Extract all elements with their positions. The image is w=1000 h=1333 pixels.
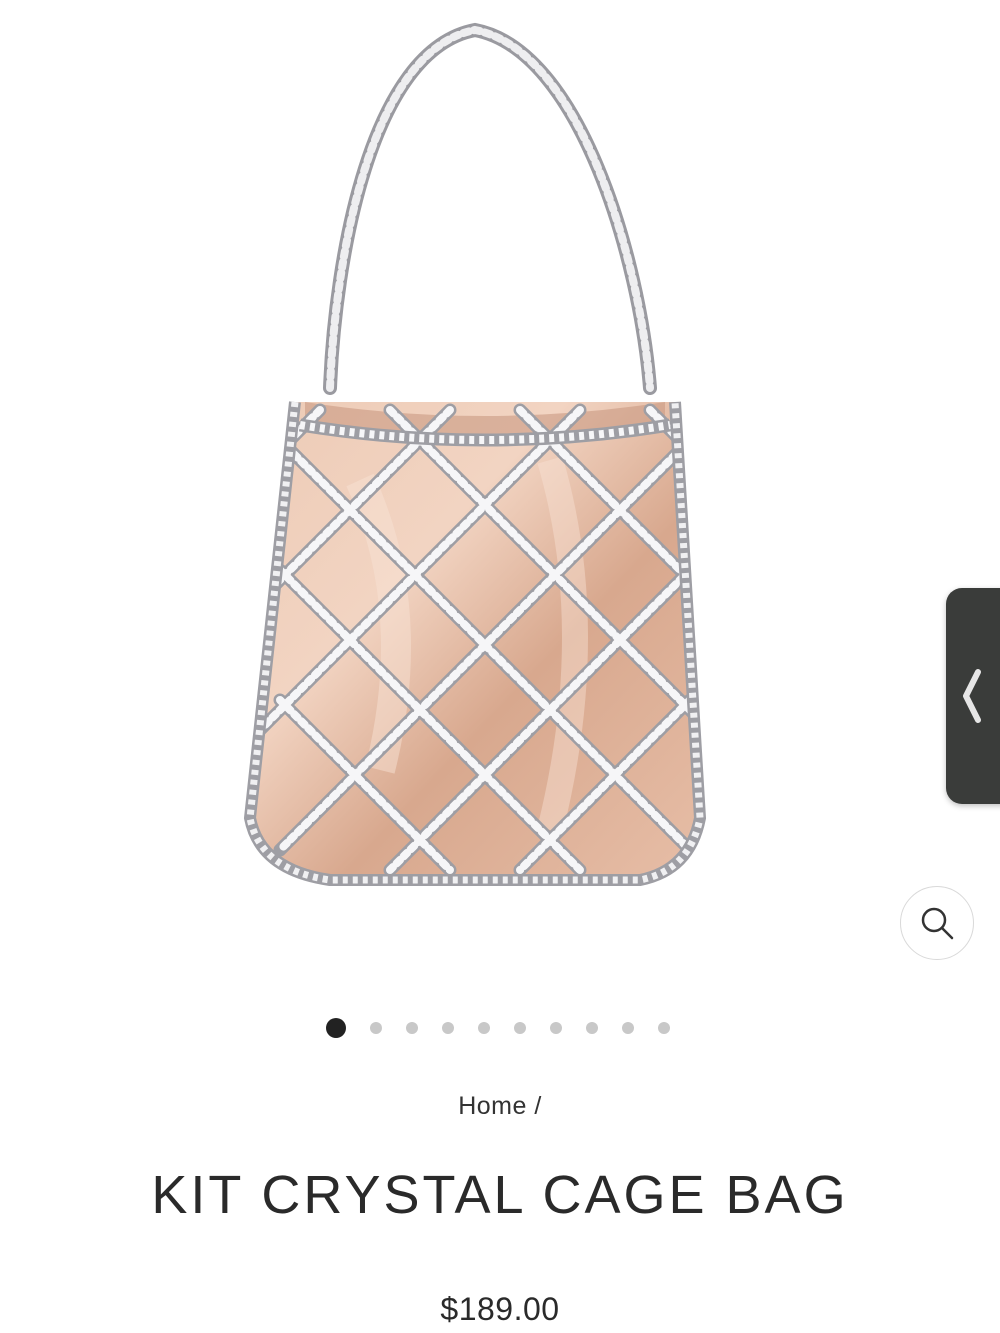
product-image[interactable] xyxy=(220,10,740,910)
magnifier-icon xyxy=(921,907,954,940)
slide-dot[interactable] xyxy=(586,1022,598,1034)
breadcrumb-separator: / xyxy=(534,1092,542,1120)
slide-dot[interactable] xyxy=(478,1022,490,1034)
slide-dot[interactable] xyxy=(550,1022,562,1034)
slide-dot[interactable] xyxy=(622,1022,634,1034)
product-title: KIT CRYSTAL CAGE BAG xyxy=(151,1165,849,1225)
slide-dot[interactable] xyxy=(442,1022,454,1034)
side-drawer-tab[interactable] xyxy=(946,588,1000,804)
slide-pagination xyxy=(0,1018,1000,1038)
breadcrumb-home-link[interactable]: Home xyxy=(458,1092,527,1120)
product-price: $189.00 xyxy=(440,1291,560,1327)
slide-dot[interactable] xyxy=(406,1022,418,1034)
slide-dot[interactable] xyxy=(658,1022,670,1034)
slide-dot[interactable] xyxy=(514,1022,526,1034)
zoom-button[interactable] xyxy=(900,886,974,960)
breadcrumb: Home / xyxy=(0,1092,1000,1121)
slide-dot[interactable] xyxy=(370,1022,382,1034)
product-gallery xyxy=(0,0,1000,1000)
chevron-left-icon xyxy=(963,669,981,723)
slide-dot[interactable] xyxy=(326,1018,346,1038)
